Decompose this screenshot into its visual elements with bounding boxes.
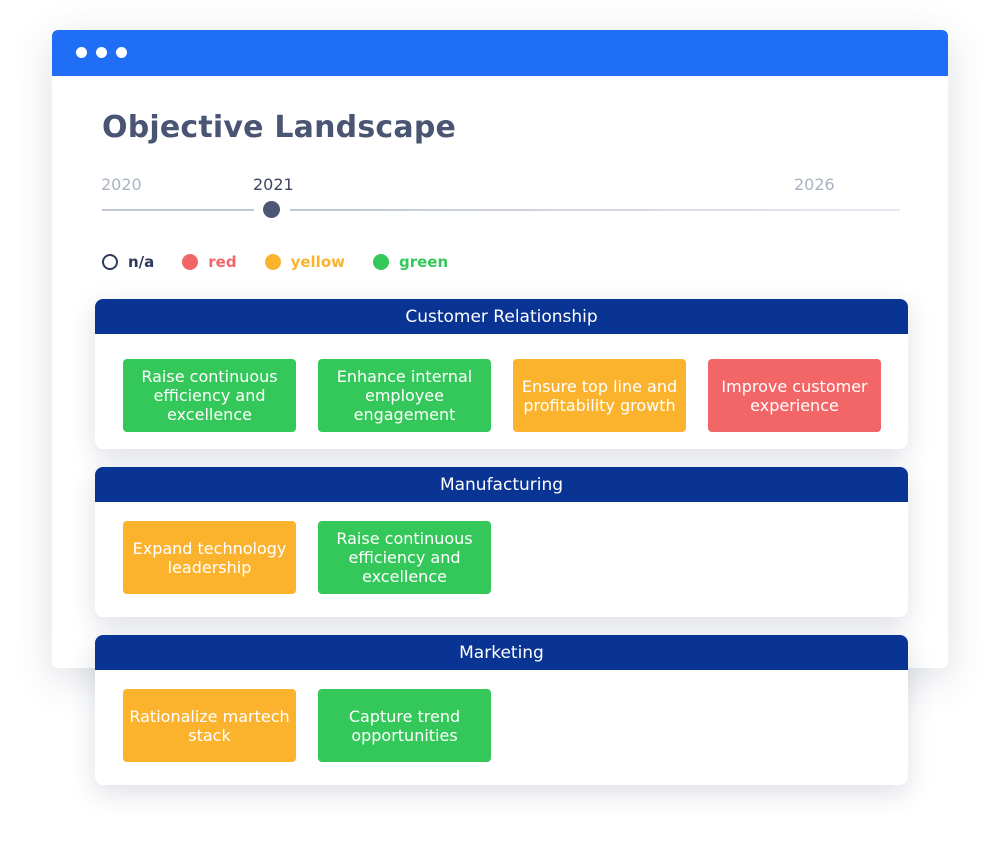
- section-header: Manufacturing: [95, 467, 908, 502]
- legend-label: yellow: [290, 253, 345, 271]
- timeline-year-end[interactable]: 2026: [794, 175, 835, 194]
- section-header: Customer Relationship: [95, 299, 908, 334]
- timeline-year-start[interactable]: 2020: [101, 175, 142, 194]
- legend-item-green: green: [373, 253, 448, 271]
- legend-item-yellow: yellow: [264, 253, 345, 271]
- objective-card[interactable]: Improve customer experience: [708, 359, 881, 432]
- timeline-year-selected[interactable]: 2021: [253, 175, 294, 194]
- status-legend: n/a red yellow green: [102, 253, 476, 271]
- timeline-track-past[interactable]: [102, 209, 254, 211]
- section-panel-manufacturing: Manufacturing Expand technology leadersh…: [95, 467, 908, 617]
- window-dot-icon[interactable]: [116, 47, 127, 58]
- legend-swatch: [182, 254, 199, 270]
- section-header: Marketing: [95, 635, 908, 670]
- legend-swatch: [102, 254, 118, 270]
- legend-label: red: [208, 253, 237, 271]
- legend-item-na: n/a: [102, 253, 154, 271]
- objective-card[interactable]: Raise continuous efficiency and excellen…: [318, 521, 491, 594]
- objective-card[interactable]: Ensure top line and profitability growth: [513, 359, 686, 432]
- legend-swatch: [264, 254, 281, 270]
- objective-card[interactable]: Raise continuous efficiency and excellen…: [123, 359, 296, 432]
- section-panel-marketing: Marketing Rationalize martech stack Capt…: [95, 635, 908, 785]
- window-titlebar: [52, 30, 948, 76]
- legend-item-red: red: [182, 253, 237, 271]
- objective-card[interactable]: Expand technology leadership: [123, 521, 296, 594]
- window-dot-icon[interactable]: [96, 47, 107, 58]
- timeline-slider-thumb[interactable]: [263, 201, 280, 218]
- objective-card[interactable]: Rationalize martech stack: [123, 689, 296, 762]
- objective-card[interactable]: Capture trend opportunities: [318, 689, 491, 762]
- legend-swatch: [373, 254, 389, 270]
- objective-card[interactable]: Enhance internal employee engagement: [318, 359, 491, 432]
- page-title: Objective Landscape: [102, 110, 457, 145]
- timeline-track-future[interactable]: [290, 209, 900, 211]
- legend-label: green: [399, 253, 449, 271]
- section-panel-customer-relationship: Customer Relationship Raise continuous e…: [95, 299, 908, 449]
- legend-label: n/a: [128, 253, 155, 271]
- window-dot-icon[interactable]: [76, 47, 87, 58]
